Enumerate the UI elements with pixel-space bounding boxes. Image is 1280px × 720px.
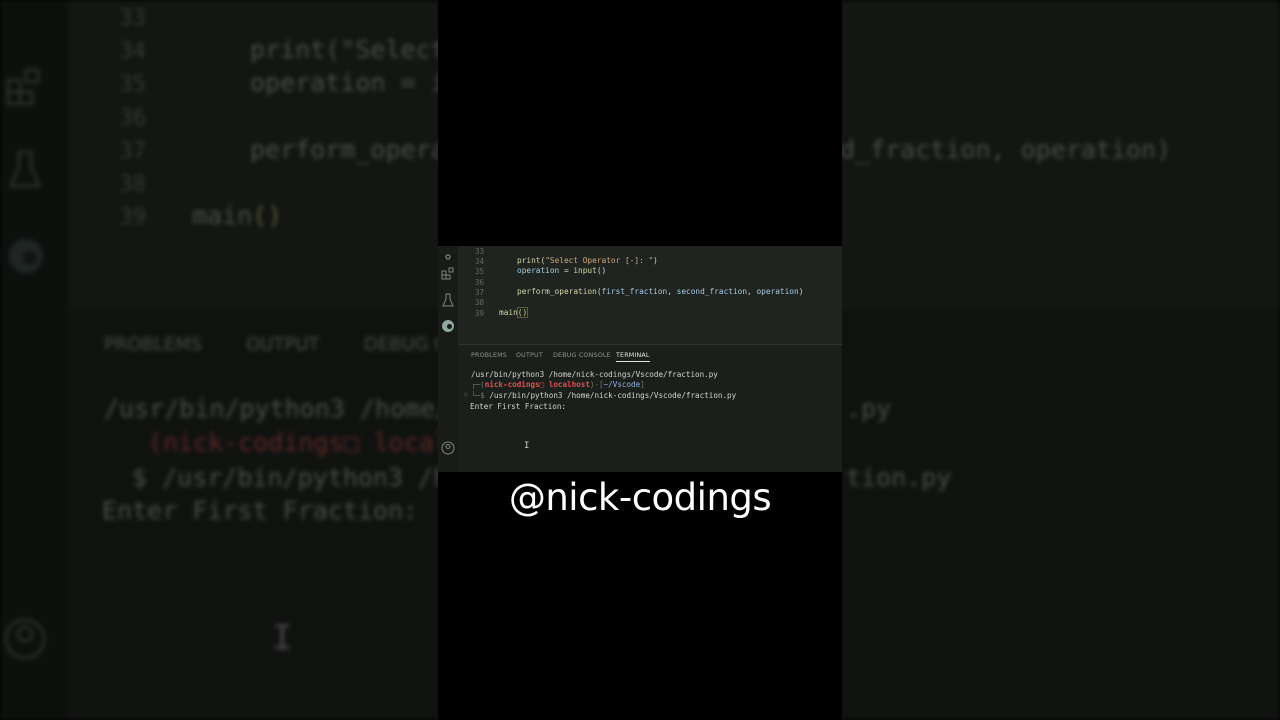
tab-terminal[interactable]: TERMINAL xyxy=(616,352,650,362)
code-bracket-match: () xyxy=(516,307,529,318)
code-line-39: main() xyxy=(499,307,529,318)
code-token: = xyxy=(559,266,574,275)
code-line-37: perform_operation(first_fraction, second… xyxy=(517,287,804,296)
prompt-host: localhost xyxy=(548,380,590,389)
code-token: print xyxy=(517,256,541,265)
tab-debug-console[interactable]: DEBUG CONSOLE xyxy=(553,352,611,359)
code-token: input xyxy=(573,266,597,275)
terminal-cmd-line: └─$ /usr/bin/python3 /home/nick-codings/… xyxy=(471,391,737,400)
terminal-command: /usr/bin/python3 /home/nick-codings/Vsco… xyxy=(489,391,737,400)
prompt-user: nick-codings xyxy=(484,380,540,389)
line-number: 39 xyxy=(474,309,484,318)
code-line-34: print("Select Operator [-]: ") xyxy=(517,256,658,265)
prompt-dir: ~/Vscode xyxy=(603,380,641,389)
code-token: operation xyxy=(756,287,799,296)
terminal-prompt-line: ┌─(nick-codings□ localhost)-[~/Vscode] xyxy=(471,380,645,389)
edge-browser-icon[interactable] xyxy=(441,319,455,333)
tab-output[interactable]: OUTPUT xyxy=(516,352,543,359)
line-number: 35 xyxy=(474,267,484,276)
code-token: second_fraction xyxy=(676,287,748,296)
extensions-icon[interactable] xyxy=(441,266,455,280)
line-number: 37 xyxy=(474,288,484,297)
code-editor[interactable]: 33 34 35 36 37 38 39 print("Select Opera… xyxy=(458,246,842,344)
code-token: first_fraction xyxy=(601,287,668,296)
code-token: perform_operation xyxy=(517,287,597,296)
line-number: 38 xyxy=(474,298,484,307)
source-control-icon[interactable] xyxy=(441,250,455,264)
terminal-circle-icon: ○ xyxy=(464,391,468,398)
line-number: 34 xyxy=(474,257,484,266)
watermark-handle: @nick-codings xyxy=(508,476,772,519)
code-token: main xyxy=(499,308,518,317)
terminal-line: /usr/bin/python3 /home/nick-codings/Vsco… xyxy=(471,370,718,379)
code-line-35: operation = input() xyxy=(517,266,607,275)
code-token: operation xyxy=(517,266,560,275)
line-number: 36 xyxy=(474,278,484,287)
bottom-panel: PROBLEMS OUTPUT DEBUG CONSOLE TERMINAL /… xyxy=(458,344,842,472)
text-cursor-icon: I xyxy=(524,441,530,451)
testing-flask-icon[interactable] xyxy=(441,293,455,307)
vscode-window: 33 34 35 36 37 38 39 print("Select Opera… xyxy=(438,246,842,472)
line-number: 33 xyxy=(474,247,484,256)
tab-problems[interactable]: PROBLEMS xyxy=(471,352,507,359)
terminal-line: Enter First Fraction: xyxy=(470,402,567,411)
account-icon[interactable] xyxy=(441,441,455,455)
code-string: "Select Operator [-]: " xyxy=(545,256,654,265)
activity-bar xyxy=(438,246,458,472)
